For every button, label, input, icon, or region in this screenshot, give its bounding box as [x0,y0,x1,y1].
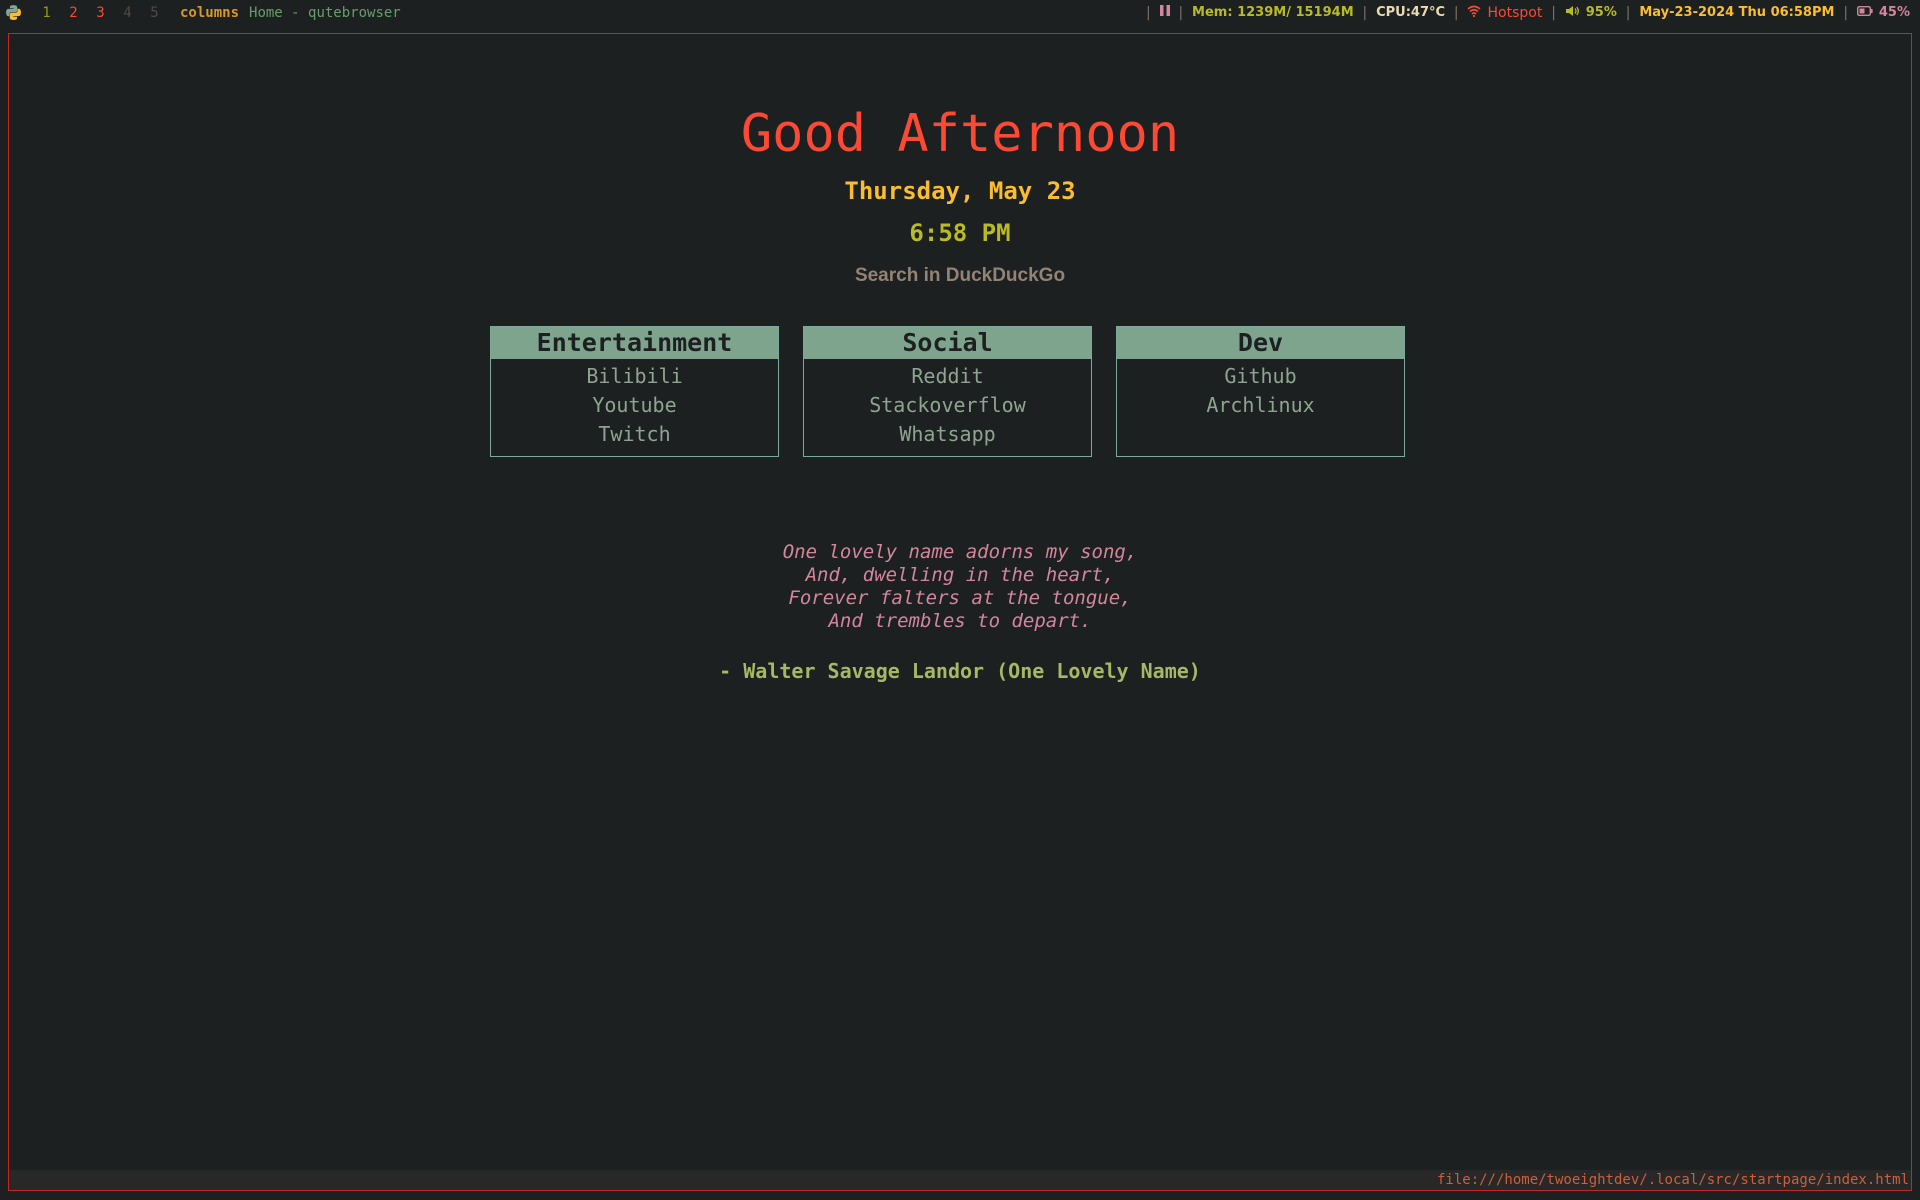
separator: | [1841,4,1850,21]
bookmark-link-stackoverflow[interactable]: Stackoverflow [804,391,1091,420]
window-title: Home - qutebrowser [249,4,401,21]
volume-status[interactable]: 95% [1565,5,1617,21]
battery-status: 45% [1856,5,1910,20]
bookmark-link-github[interactable]: Github [1117,362,1404,391]
bookmark-links: Github Archlinux [1117,359,1404,420]
workspace-2[interactable]: 2 [60,5,87,21]
bookmark-link-bilibili[interactable]: Bilibili [491,362,778,391]
bookmark-links: Bilibili Youtube Twitch [491,359,778,449]
separator: | [1549,4,1558,21]
bookmark-box-title: Entertainment [491,327,778,359]
bookmark-box-dev: Dev Github Archlinux [1116,326,1405,457]
quote-author: - Walter Savage Landor (One Lovely Name) [719,659,1201,683]
quote-text: One lovely name adorns my song, And, dwel… [9,541,1911,633]
separator: | [1176,4,1186,21]
workspace-3[interactable]: 3 [87,5,114,21]
startpage: Good Afternoon Thursday, May 23 6:58 PM … [9,34,1911,1190]
separator: | [1360,4,1370,21]
bookmark-link-archlinux[interactable]: Archlinux [1117,391,1404,420]
wifi-label: Hotspot [1487,4,1543,21]
workspace-5[interactable]: 5 [141,5,168,21]
workspace-list: 12345 [33,5,168,21]
bookmark-link-whatsapp[interactable]: Whatsapp [804,420,1091,449]
bookmark-links: Reddit Stackoverflow Whatsapp [804,359,1091,449]
battery-icon [1856,5,1873,20]
bookmark-box-title: Social [804,327,1091,359]
search-container [9,265,1911,287]
bookmark-boxes: Entertainment Bilibili Youtube Twitch Social… [490,326,1405,457]
bookmark-box-social: Social Reddit Stackoverflow Whatsapp [803,326,1092,457]
top-bar: 12345 columns Home - qutebrowser | | Mem… [0,0,1920,25]
workspace-1[interactable]: 1 [33,5,60,21]
pause-icon[interactable] [1159,5,1170,20]
memory-usage: Mem: 1239M/ 15194M [1192,5,1354,20]
separator: | [1452,4,1461,21]
wifi-icon [1467,5,1481,21]
python-logo-icon [3,3,23,23]
wifi-status[interactable]: Hotspot [1467,5,1542,21]
quote-line: And trembles to depart. [828,610,1092,632]
volume-icon [1565,5,1580,21]
quote-line: Forever falters at the tongue, [788,587,1132,609]
quote-line: One lovely name adorns my song, [782,541,1138,563]
separator: | [1623,4,1633,21]
clock: May-23-2024 Thu 06:58PM [1639,5,1835,20]
bookmark-link-youtube[interactable]: Youtube [491,391,778,420]
layout-indicator[interactable]: columns [180,5,239,21]
workspace-4[interactable]: 4 [114,5,141,21]
browser-window: Good Afternoon Thursday, May 23 6:58 PM … [8,33,1912,1191]
quote-line: And, dwelling in the heart, [805,564,1115,586]
battery-label: 45% [1878,5,1910,20]
search-input[interactable] [810,265,1110,287]
bookmark-link-twitch[interactable]: Twitch [491,420,778,449]
greeting-heading: Good Afternoon [740,104,1180,164]
date-display: Thursday, May 23 [844,177,1076,205]
status-area: | | Mem: 1239M/ 15194M | CPU:47°C | Hots… [1137,0,1920,25]
bookmark-box-title: Dev [1117,327,1404,359]
bookmark-link-reddit[interactable]: Reddit [804,362,1091,391]
cpu-temperature: CPU:47°C [1376,5,1446,20]
volume-label: 95% [1585,5,1617,20]
bookmark-box-entertainment: Entertainment Bilibili Youtube Twitch [490,326,779,457]
time-display: 6:58 PM [909,219,1011,247]
separator: | [1144,4,1153,21]
status-url: file:///home/twoeightdev/.local/src/star… [9,1170,1911,1190]
